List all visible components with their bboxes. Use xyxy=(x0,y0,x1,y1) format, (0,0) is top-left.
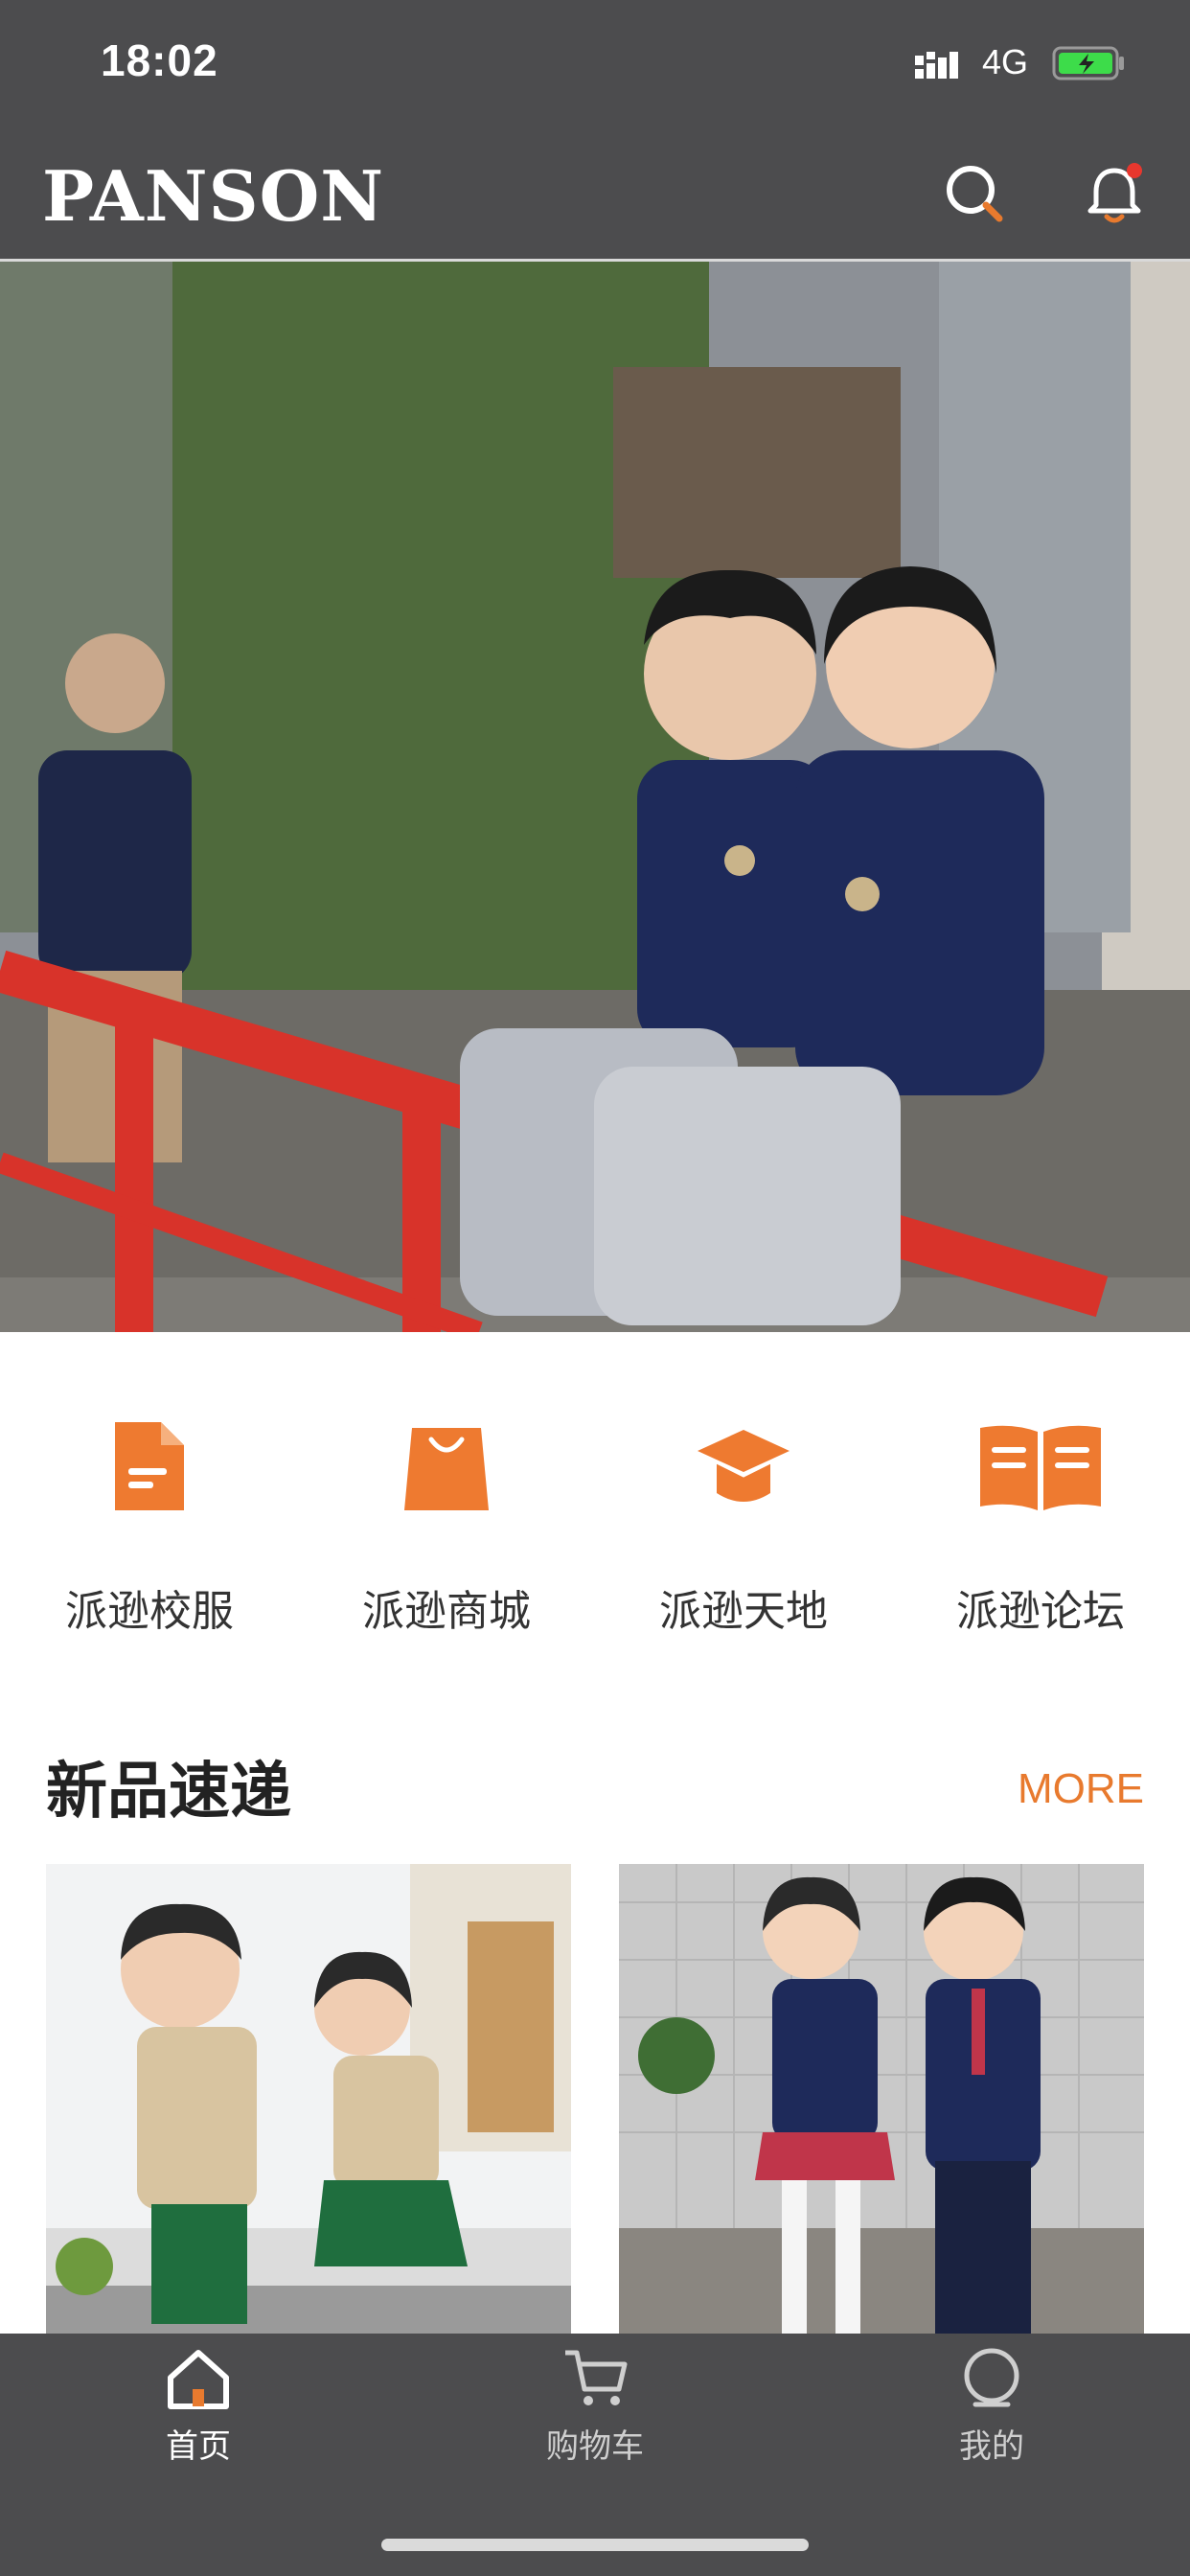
network-type: 4G xyxy=(982,42,1029,81)
more-link[interactable]: MORE xyxy=(1018,1765,1144,1813)
search-icon[interactable] xyxy=(944,163,1007,226)
tab-label: 首页 xyxy=(166,2427,231,2466)
banner-image[interactable] xyxy=(0,262,1190,1332)
profile-icon xyxy=(964,2348,1019,2407)
product-image-2 xyxy=(619,1864,1144,2334)
open-book-icon xyxy=(980,1425,1101,1510)
status-bar: 18:02 4G xyxy=(0,0,1190,134)
tab-label: 购物车 xyxy=(546,2427,644,2466)
signal-icon xyxy=(915,52,958,79)
category-uniform[interactable]: 派逊校服 xyxy=(34,1399,264,1648)
home-icon xyxy=(168,2350,229,2409)
home-indicator[interactable] xyxy=(381,2539,809,2551)
graduation-cap-icon xyxy=(698,1430,790,1502)
status-time: 18:02 xyxy=(101,35,218,85)
category-label: 派逊天地 xyxy=(659,1587,828,1636)
category-label: 派逊论坛 xyxy=(956,1587,1125,1636)
product-image-1 xyxy=(46,1864,571,2334)
category-row: 派逊校服 派逊商城 派逊天地 派逊论坛 xyxy=(0,1399,1190,1648)
category-mall[interactable]: 派逊商城 xyxy=(332,1399,561,1648)
notification-bell-icon[interactable] xyxy=(1081,161,1148,228)
shopping-bag-icon xyxy=(404,1428,489,1510)
product-card-1[interactable] xyxy=(46,1864,571,2334)
battery-icon xyxy=(1052,46,1124,80)
category-label: 派逊商城 xyxy=(362,1587,531,1636)
tab-cart[interactable]: 购物车 xyxy=(480,2334,710,2477)
tab-label: 我的 xyxy=(959,2427,1024,2466)
tab-home[interactable]: 首页 xyxy=(83,2334,313,2477)
product-card-2[interactable] xyxy=(619,1864,1144,2334)
brand-logo: PANSON xyxy=(42,155,385,237)
tab-profile[interactable]: 我的 xyxy=(877,2334,1107,2477)
section-title: 新品速递 xyxy=(46,1757,291,1828)
category-world[interactable]: 派逊天地 xyxy=(629,1399,858,1648)
cart-icon xyxy=(565,2350,628,2405)
banner-photo xyxy=(0,262,1190,1332)
document-icon xyxy=(115,1422,184,1510)
app-header: PANSON xyxy=(0,134,1190,262)
category-forum[interactable]: 派逊论坛 xyxy=(926,1399,1156,1648)
category-label: 派逊校服 xyxy=(65,1587,234,1636)
